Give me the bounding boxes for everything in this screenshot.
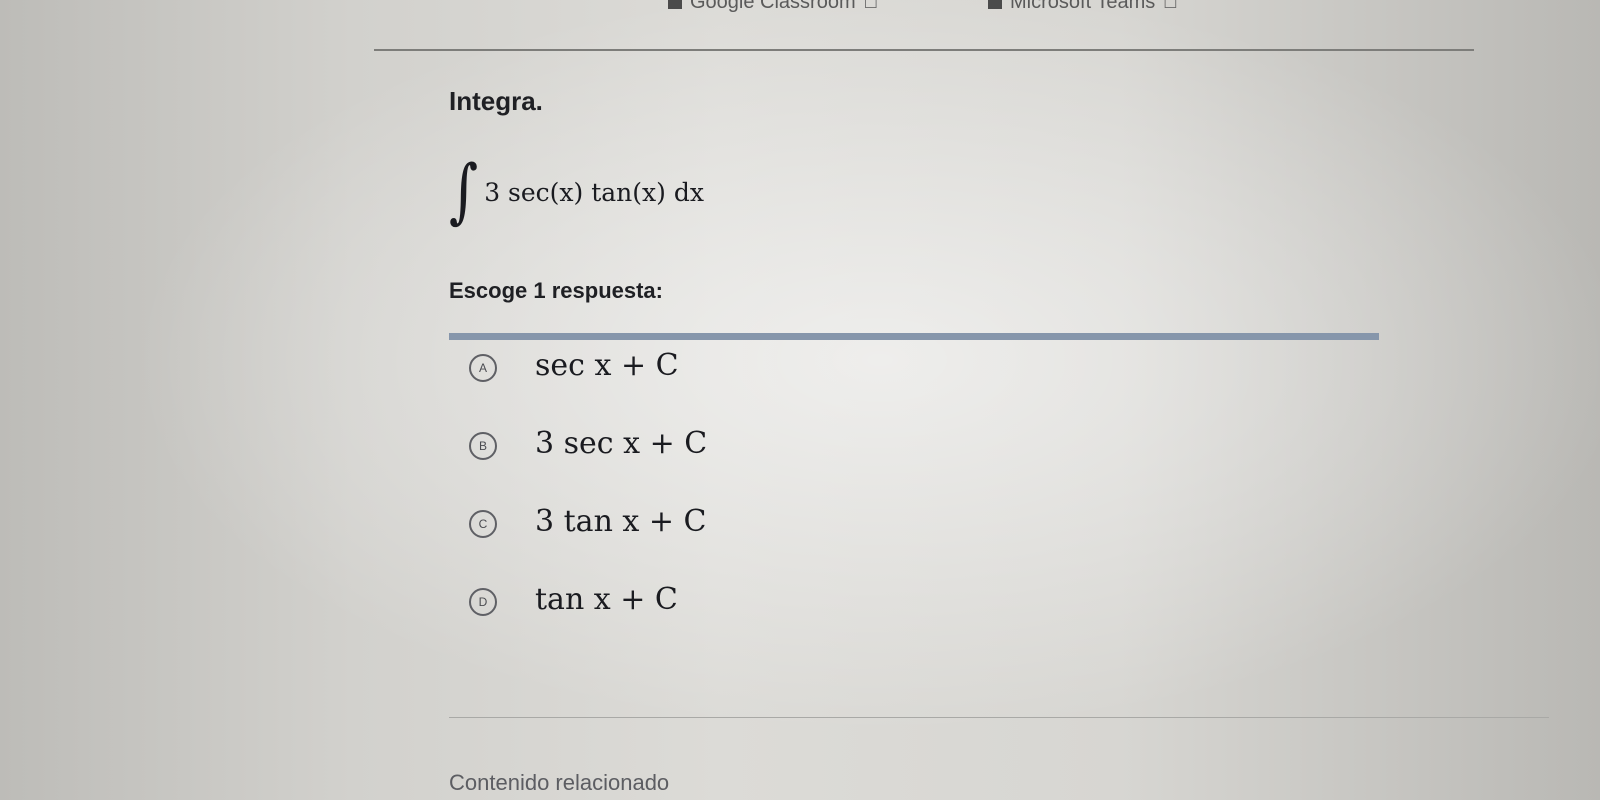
question-title: Integra.: [449, 86, 543, 116]
top-bar: Google Classroom ☐ Microsoft Teams ☐: [0, 0, 1600, 16]
choice-d-radio[interactable]: D: [469, 588, 497, 616]
choice-d-expression: tan x + C: [535, 582, 678, 617]
google-classroom-link[interactable]: Google Classroom ☐: [668, 0, 878, 14]
choice-a[interactable]: A sec x + C: [449, 340, 1379, 418]
header-divider: [374, 49, 1474, 51]
choice-c-radio[interactable]: C: [469, 510, 497, 538]
teams-icon: [988, 0, 1002, 9]
choice-b-radio[interactable]: B: [469, 432, 497, 460]
answer-prompt: Escoge 1 respuesta:: [449, 278, 663, 303]
google-classroom-label: Google Classroom: [690, 0, 856, 13]
answer-choices: A sec x + C B 3 sec x + C C 3 tan x + C …: [449, 340, 1379, 652]
external-link-icon: ☐: [1163, 0, 1178, 12]
integral-sign: ∫: [449, 150, 479, 232]
external-link-icon: ☐: [863, 0, 878, 12]
microsoft-teams-label: Microsoft Teams: [1010, 0, 1156, 13]
choice-c-expression: 3 tan x + C: [535, 504, 707, 539]
integral-expression: ∫ 3 sec(x) tan(x) dx: [449, 156, 704, 226]
choice-a-expression: sec x + C: [535, 348, 679, 383]
choice-b-expression: 3 sec x + C: [535, 426, 708, 461]
related-content-heading[interactable]: Contenido relacionado: [449, 770, 669, 796]
choice-a-radio[interactable]: A: [469, 354, 497, 382]
choices-divider: [449, 333, 1379, 340]
classroom-icon: [668, 0, 682, 9]
integrand: 3 sec(x) tan(x) dx: [484, 177, 704, 207]
bottom-divider: [449, 717, 1549, 718]
choice-d[interactable]: D tan x + C: [449, 574, 1379, 652]
choice-b[interactable]: B 3 sec x + C: [449, 418, 1379, 496]
choice-c[interactable]: C 3 tan x + C: [449, 496, 1379, 574]
microsoft-teams-link[interactable]: Microsoft Teams ☐: [988, 0, 1178, 14]
